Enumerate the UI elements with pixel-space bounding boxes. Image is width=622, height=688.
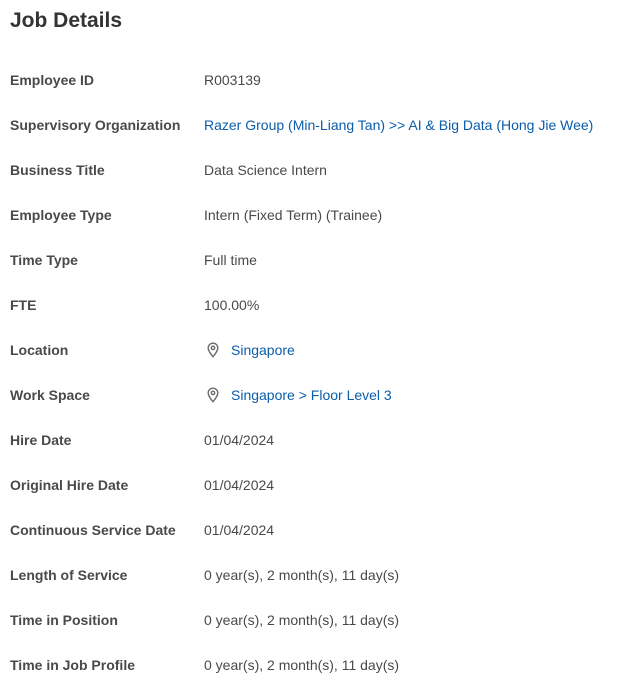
- time-in-job-profile-value: 0 year(s), 2 month(s), 11 day(s): [204, 657, 400, 673]
- location-value: Singapore: [204, 340, 295, 360]
- employee-type-label: Employee Type: [10, 207, 112, 223]
- length-of-service-value: 0 year(s), 2 month(s), 11 day(s): [204, 567, 400, 583]
- detail-row-continuous-service-date: Continuous Service Date 01/04/2024: [0, 508, 622, 553]
- business-title-label: Business Title: [10, 162, 105, 178]
- work-space-link[interactable]: Singapore > Floor Level 3: [231, 385, 392, 405]
- work-space-value: Singapore > Floor Level 3: [204, 385, 392, 405]
- original-hire-date-label: Original Hire Date: [10, 477, 129, 493]
- business-title-value: Data Science Intern: [204, 162, 327, 178]
- fte-label: FTE: [10, 297, 37, 313]
- supervisory-organization-link[interactable]: Razer Group (Min-Liang Tan) >> AI & Big …: [204, 115, 593, 135]
- page-title: Job Details: [10, 9, 123, 32]
- continuous-service-date-label: Continuous Service Date: [10, 522, 176, 538]
- detail-row-work-space: Work Space Singapore > Floor Level 3: [0, 373, 622, 418]
- hire-date-value: 01/04/2024: [204, 432, 275, 448]
- detail-row-original-hire-date: Original Hire Date 01/04/2024: [0, 463, 622, 508]
- length-of-service-label: Length of Service: [10, 567, 128, 583]
- detail-row-time-in-position: Time in Position 0 year(s), 2 month(s), …: [0, 598, 622, 643]
- detail-row-time-type: Time Type Full time: [0, 238, 622, 283]
- detail-row-location: Location Singapore: [0, 328, 622, 373]
- detail-row-time-in-job-profile: Time in Job Profile 0 year(s), 2 month(s…: [0, 643, 622, 688]
- job-details-list: Employee ID R003139 Supervisory Organiza…: [0, 58, 622, 688]
- continuous-service-date-value: 01/04/2024: [204, 522, 275, 538]
- hire-date-label: Hire Date: [10, 432, 72, 448]
- detail-row-business-title: Business Title Data Science Intern: [0, 148, 622, 193]
- location-pin-icon: [206, 342, 220, 358]
- detail-row-supervisory-organization: Supervisory Organization Razer Group (Mi…: [0, 103, 622, 148]
- location-pin-icon: [206, 387, 220, 403]
- detail-row-hire-date: Hire Date 01/04/2024: [0, 418, 622, 463]
- time-in-position-label: Time in Position: [10, 612, 118, 628]
- employee-id-label: Employee ID: [10, 72, 95, 88]
- work-space-label: Work Space: [10, 387, 90, 403]
- location-label: Location: [10, 342, 69, 358]
- fte-value: 100.00%: [204, 297, 260, 313]
- time-type-label: Time Type: [10, 252, 78, 268]
- supervisory-organization-label: Supervisory Organization: [10, 117, 181, 133]
- employee-type-value: Intern (Fixed Term) (Trainee): [204, 207, 383, 223]
- detail-row-employee-id: Employee ID R003139: [0, 58, 622, 103]
- original-hire-date-value: 01/04/2024: [204, 477, 275, 493]
- time-in-job-profile-label: Time in Job Profile: [10, 657, 135, 673]
- detail-row-length-of-service: Length of Service 0 year(s), 2 month(s),…: [0, 553, 622, 598]
- employee-id-value: R003139: [204, 72, 261, 88]
- detail-row-employee-type: Employee Type Intern (Fixed Term) (Train…: [0, 193, 622, 238]
- location-link[interactable]: Singapore: [231, 340, 295, 360]
- time-in-position-value: 0 year(s), 2 month(s), 11 day(s): [204, 612, 400, 628]
- detail-row-fte: FTE 100.00%: [0, 283, 622, 328]
- time-type-value: Full time: [204, 252, 257, 268]
